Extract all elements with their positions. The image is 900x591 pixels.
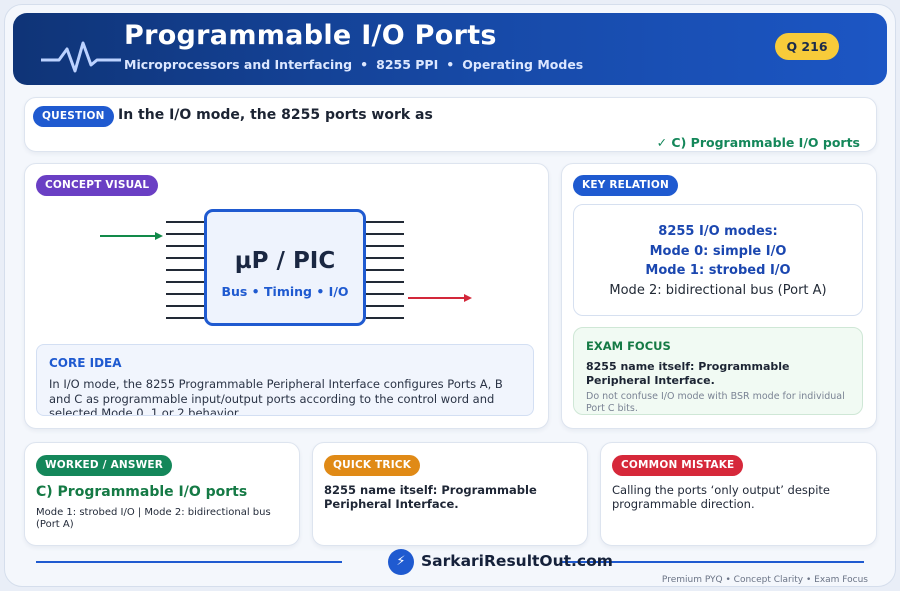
common-mistake-pill: COMMON MISTAKE: [612, 455, 744, 476]
core-idea-text: In I/O mode, the 8255 Programmable Perip…: [49, 377, 503, 416]
brand-name[interactable]: SarkariResultOut.com: [421, 552, 613, 570]
output-arrow-icon: [408, 294, 472, 302]
chip-subtitle: Bus • Timing • I/O: [221, 284, 349, 299]
key-relation-pill: KEY RELATION: [573, 175, 679, 196]
chip-title: µP / PIC: [234, 248, 336, 274]
footer-tagline: Premium PYQ • Concept Clarity • Exam Foc…: [661, 575, 868, 585]
relation-mode-2: Mode 2: bidirectional bus (Port A): [609, 282, 827, 298]
quick-trick-pill: QUICK TRICK: [324, 455, 421, 476]
quick-trick-text: 8255 name itself: Programmable Periphera…: [324, 483, 537, 511]
exam-focus-text: 8255 name itself: Programmable Periphera…: [586, 360, 790, 387]
footer-divider-left: [36, 561, 342, 563]
key-relation-box: 8255 I/O modes: Mode 0: simple I/O Mode …: [573, 204, 863, 316]
relation-heading: 8255 I/O modes:: [658, 224, 778, 239]
exam-focus-note: Do not confuse I/O mode with BSR mode fo…: [586, 391, 845, 414]
worked-answer-text: Mode 1: strobed I/O | Mode 2: bidirectio…: [36, 507, 271, 530]
relation-mode-0: Mode 0: simple I/O: [649, 243, 787, 259]
exam-focus-box: EXAM FOCUS 8255 name itself: Programmabl…: [573, 327, 863, 415]
input-arrow-icon: [100, 232, 163, 240]
worked-answer-title: C) Programmable I/O ports: [36, 484, 248, 500]
relation-mode-1: Mode 1: strobed I/O: [645, 263, 791, 278]
core-idea-heading: CORE IDEA: [49, 356, 122, 370]
core-idea-box: CORE IDEA In I/O mode, the 8255 Programm…: [36, 344, 534, 416]
microprocessor-chip: µP / PIC Bus • Timing • I/O: [204, 209, 366, 326]
exam-focus-heading: EXAM FOCUS: [586, 339, 671, 353]
common-mistake-text: Calling the ports ‘only output’ despite …: [612, 483, 830, 511]
right-pins: [366, 221, 404, 319]
left-pins: [166, 221, 204, 319]
worked-answer-pill: WORKED / ANSWER: [36, 455, 173, 476]
lightning-bolt-icon: ⚡: [388, 549, 414, 575]
